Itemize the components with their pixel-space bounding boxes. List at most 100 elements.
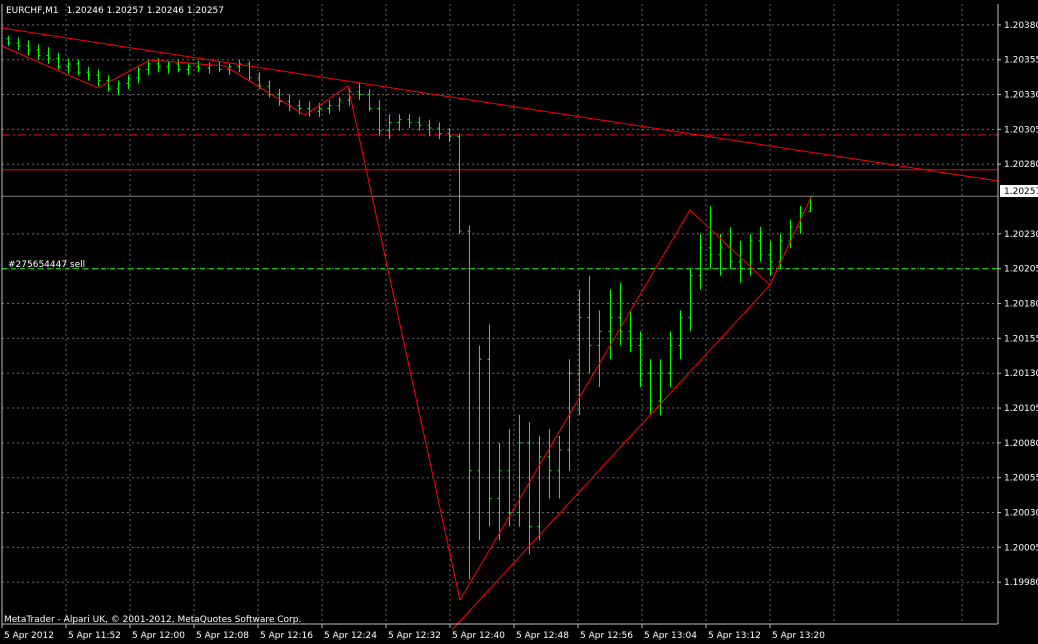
ohlc-bar xyxy=(547,428,552,499)
horizontal-levels xyxy=(2,134,998,270)
price-tick-label: 1.20055 xyxy=(1004,474,1038,484)
price-tick-label: 1.20030 xyxy=(1004,509,1038,519)
time-tick-label: 5 Apr 2012 xyxy=(4,631,54,641)
ohlc-bar xyxy=(116,80,121,95)
ohlc-bar xyxy=(176,59,181,73)
price-tick-label: 1.20105 xyxy=(1004,404,1038,414)
ohlc-bar xyxy=(758,226,763,262)
ohlc-bar xyxy=(487,324,492,527)
ohlc-bar xyxy=(86,66,91,81)
price-tick-label: 1.20155 xyxy=(1004,334,1038,344)
time-tick-label: 5 Apr 12:00 xyxy=(132,631,185,641)
price-tick-label: 1.20380 xyxy=(1004,21,1038,31)
ohlc-bar xyxy=(457,133,462,234)
ohlc-bar xyxy=(668,331,673,388)
current-price-label: 1.20257 xyxy=(1004,187,1038,197)
ohlc-values: 1.20246 1.20257 1.20246 1.20257 xyxy=(67,6,224,16)
time-tick-labels: 5 Apr 2012 5 Apr 11:52 5 Apr 12:00 5 Apr 12… xyxy=(1,624,825,641)
time-tick-label: 5 Apr 11:52 xyxy=(68,631,121,641)
ohlc-bar xyxy=(738,240,743,283)
time-tick-label: 5 Apr 12:16 xyxy=(260,631,313,641)
ohlc-bar xyxy=(497,442,502,541)
ohlc-bar xyxy=(708,206,713,269)
price-tick-label: 1.19980 xyxy=(1004,578,1038,588)
ohlc-bar xyxy=(537,435,542,541)
time-tick-label: 5 Apr 12:56 xyxy=(580,631,633,641)
symbol-header: EURCHF,M1 1.20246 1.20257 1.20246 1.2025… xyxy=(6,6,224,16)
price-tick-label: 1.20280 xyxy=(1004,160,1038,170)
ohlc-bar xyxy=(658,359,663,416)
time-tick-label: 5 Apr 12:40 xyxy=(452,631,505,641)
ohlc-bar xyxy=(357,83,362,101)
price-tick-label: 1.20355 xyxy=(1004,56,1038,66)
price-tick-label: 1.20005 xyxy=(1004,543,1038,553)
ohlc-bar xyxy=(247,61,252,81)
ohlc-bar xyxy=(136,66,141,84)
ohlc-bar xyxy=(648,359,653,416)
ohlc-bar xyxy=(16,37,21,50)
ohlc-bar xyxy=(597,310,602,388)
ohlc-bar xyxy=(196,61,201,73)
trendline-long-descending[interactable] xyxy=(1,27,999,182)
ohlc-bar xyxy=(577,289,582,416)
time-tick-label: 5 Apr 13:20 xyxy=(772,631,825,641)
ohlc-bar xyxy=(367,88,372,112)
ohlc-bar xyxy=(628,310,633,353)
time-tick-label: 5 Apr 12:24 xyxy=(324,631,377,641)
ohlc-bar xyxy=(427,119,432,137)
ohlc-bar xyxy=(46,47,51,64)
ohlc-bar xyxy=(768,240,773,276)
zigzag-channel-upper[interactable] xyxy=(459,194,813,601)
ohlc-bar xyxy=(517,415,522,527)
symbol-name: EURCHF,M1 xyxy=(6,6,59,16)
price-tick-label: 1.20130 xyxy=(1004,369,1038,379)
ohlc-bar xyxy=(277,88,282,106)
order-label: #275654447 sell xyxy=(8,260,85,270)
ohlc-bar xyxy=(417,116,422,131)
ohlc-bar xyxy=(407,114,412,128)
ohlc-bar xyxy=(327,100,332,115)
ohlc-bar xyxy=(307,101,312,117)
price-tick-label: 1.20230 xyxy=(1004,230,1038,240)
ohlc-bar xyxy=(698,233,703,290)
ohlc-bars xyxy=(6,36,813,580)
time-tick-label: 5 Apr 12:08 xyxy=(196,631,249,641)
price-tick-label: 1.20180 xyxy=(1004,300,1038,310)
ohlc-bar xyxy=(217,61,222,73)
price-chart[interactable]: 1.20380 1.20355 1.20330 1.20305 1.20280 1.202… xyxy=(0,0,1038,644)
time-tick-label: 5 Apr 13:12 xyxy=(708,631,761,641)
ohlc-bar xyxy=(557,435,562,499)
ohlc-bar xyxy=(337,97,342,112)
zigzag-upper[interactable] xyxy=(1,45,461,601)
ohlc-bar xyxy=(688,268,693,332)
ohlc-bar xyxy=(618,282,623,346)
ohlc-bar xyxy=(678,310,683,360)
ohlc-bar xyxy=(397,114,402,131)
ohlc-bar xyxy=(36,44,41,60)
ohlc-bar xyxy=(467,225,472,580)
metatrader-chart-window[interactable]: 1.20380 1.20355 1.20330 1.20305 1.20280 1.202… xyxy=(0,0,1038,644)
ohlc-bar xyxy=(96,69,101,87)
ohlc-bar xyxy=(186,62,191,76)
ohlc-bar xyxy=(527,421,532,555)
ohlc-bar xyxy=(26,40,31,56)
ohlc-bar xyxy=(437,122,442,140)
price-tick-label: 1.20080 xyxy=(1004,439,1038,449)
ohlc-bar xyxy=(608,289,613,360)
ohlc-bar xyxy=(587,275,592,374)
time-tick-label: 5 Apr 12:32 xyxy=(388,631,441,641)
price-tick-label: 1.20305 xyxy=(1004,125,1038,135)
time-tick-label: 5 Apr 13:04 xyxy=(644,631,697,641)
ohlc-bar xyxy=(748,233,753,276)
ohlc-bar xyxy=(56,52,61,70)
price-tick-labels: 1.20380 1.20355 1.20330 1.20305 1.20280 1.202… xyxy=(998,21,1038,588)
ohlc-bar xyxy=(237,59,242,73)
ohlc-bar xyxy=(377,100,382,137)
ohlc-bar xyxy=(126,75,131,89)
time-tick-label: 5 Apr 12:48 xyxy=(516,631,569,641)
ohlc-bar xyxy=(6,36,11,46)
ohlc-bar xyxy=(66,58,71,74)
ohlc-bar xyxy=(287,94,292,112)
ohlc-bar xyxy=(76,59,81,76)
ohlc-bar xyxy=(166,61,171,74)
